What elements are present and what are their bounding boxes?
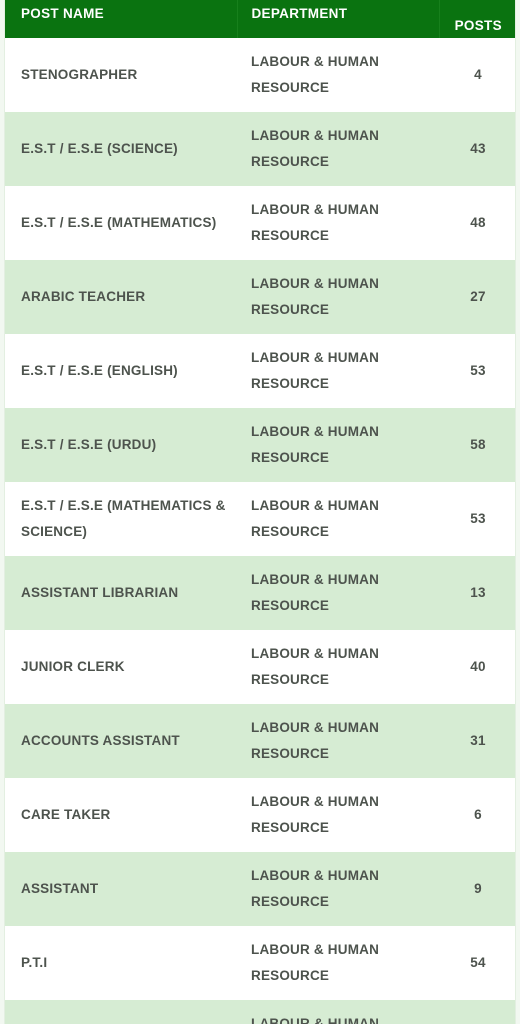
cell-department: LABOUR & HUMAN RESOURCE [237,556,439,630]
cell-post-name: LABORATORY ASSISTANT [5,1000,237,1024]
table-row[interactable]: STENOGRAPHER LABOUR & HUMAN RESOURCE 4 [5,38,515,112]
cell-post-name: ACCOUNTS ASSISTANT [5,704,237,778]
cell-posts-count: 40 [439,630,515,704]
posts-table: POST NAME DEPARTMENT POSTS STENOGRAPHER L… [5,0,515,1024]
page-root: POST NAME DEPARTMENT POSTS STENOGRAPHER L… [0,0,520,1024]
table-row[interactable]: E.S.T / E.S.E (MATHEMATICS & SCIENCE) LAB… [5,482,515,556]
table-row[interactable]: ASSISTANT LABOUR & HUMAN RESOURCE 9 [5,852,515,926]
cell-posts-count: 17 [439,1000,515,1024]
cell-posts-count: 43 [439,112,515,186]
table-header: POST NAME DEPARTMENT POSTS [5,0,515,38]
cell-posts-count: 13 [439,556,515,630]
cell-posts-count: 31 [439,704,515,778]
table-row[interactable]: P.T.I LABOUR & HUMAN RESOURCE 54 [5,926,515,1000]
posts-table-container: POST NAME DEPARTMENT POSTS STENOGRAPHER L… [4,0,516,1024]
cell-post-name: ARABIC TEACHER [5,260,237,334]
cell-post-name: JUNIOR CLERK [5,630,237,704]
cell-department: LABOUR & HUMAN RESOURCE [237,630,439,704]
cell-posts-count: 48 [439,186,515,260]
cell-posts-count: 9 [439,852,515,926]
cell-department: LABOUR & HUMAN RESOURCE [237,1000,439,1024]
table-row[interactable]: ASSISTANT LIBRARIAN LABOUR & HUMAN RESOUR… [5,556,515,630]
table-row[interactable]: ACCOUNTS ASSISTANT LABOUR & HUMAN RESOURC… [5,704,515,778]
cell-department: LABOUR & HUMAN RESOURCE [237,926,439,1000]
cell-post-name: E.S.T / E.S.E (ENGLISH) [5,334,237,408]
cell-post-name: ASSISTANT LIBRARIAN [5,556,237,630]
cell-post-name: E.S.T / E.S.E (URDU) [5,408,237,482]
cell-department: LABOUR & HUMAN RESOURCE [237,334,439,408]
column-header-department[interactable]: DEPARTMENT [237,0,440,38]
cell-department: LABOUR & HUMAN RESOURCE [237,38,439,112]
table-row[interactable]: JUNIOR CLERK LABOUR & HUMAN RESOURCE 40 [5,630,515,704]
cell-department: LABOUR & HUMAN RESOURCE [237,408,439,482]
table-body: STENOGRAPHER LABOUR & HUMAN RESOURCE 4 E.S.… [5,38,515,1024]
cell-department: LABOUR & HUMAN RESOURCE [237,482,439,556]
table-row[interactable]: E.S.T / E.S.E (MATHEMATICS) LABOUR & HUMA… [5,186,515,260]
table-row[interactable]: CARE TAKER LABOUR & HUMAN RESOURCE 6 [5,778,515,852]
cell-department: LABOUR & HUMAN RESOURCE [237,112,439,186]
table-row[interactable]: E.S.T / E.S.E (SCIENCE) LABOUR & HUMAN RE… [5,112,515,186]
cell-posts-count: 58 [439,408,515,482]
cell-posts-count: 27 [439,260,515,334]
cell-posts-count: 54 [439,926,515,1000]
cell-post-name: E.S.T / E.S.E (SCIENCE) [5,112,237,186]
cell-post-name: P.T.I [5,926,237,1000]
cell-post-name: E.S.T / E.S.E (MATHEMATICS) [5,186,237,260]
cell-department: LABOUR & HUMAN RESOURCE [237,852,439,926]
cell-post-name: E.S.T / E.S.E (MATHEMATICS & SCIENCE) [5,482,237,556]
cell-post-name: CARE TAKER [5,778,237,852]
table-header-row: POST NAME DEPARTMENT POSTS [5,0,515,38]
column-header-posts[interactable]: POSTS [439,0,515,38]
cell-post-name: STENOGRAPHER [5,38,237,112]
cell-posts-count: 53 [439,334,515,408]
column-header-post-name[interactable]: POST NAME [5,0,238,38]
cell-posts-count: 6 [439,778,515,852]
cell-department: LABOUR & HUMAN RESOURCE [237,186,439,260]
table-row[interactable]: LABORATORY ASSISTANTLABOUR & HUMAN RESOU… [5,1000,515,1024]
table-row[interactable]: E.S.T / E.S.E (ENGLISH) LABOUR & HUMAN RE… [5,334,515,408]
cell-post-name: ASSISTANT [5,852,237,926]
cell-posts-count: 53 [439,482,515,556]
cell-department: LABOUR & HUMAN RESOURCE [237,260,439,334]
cell-department: LABOUR & HUMAN RESOURCE [237,704,439,778]
cell-department: LABOUR & HUMAN RESOURCE [237,778,439,852]
table-row[interactable]: E.S.T / E.S.E (URDU) LABOUR & HUMAN RESOU… [5,408,515,482]
cell-posts-count: 4 [439,38,515,112]
table-row[interactable]: ARABIC TEACHER LABOUR & HUMAN RESOURCE 27 [5,260,515,334]
